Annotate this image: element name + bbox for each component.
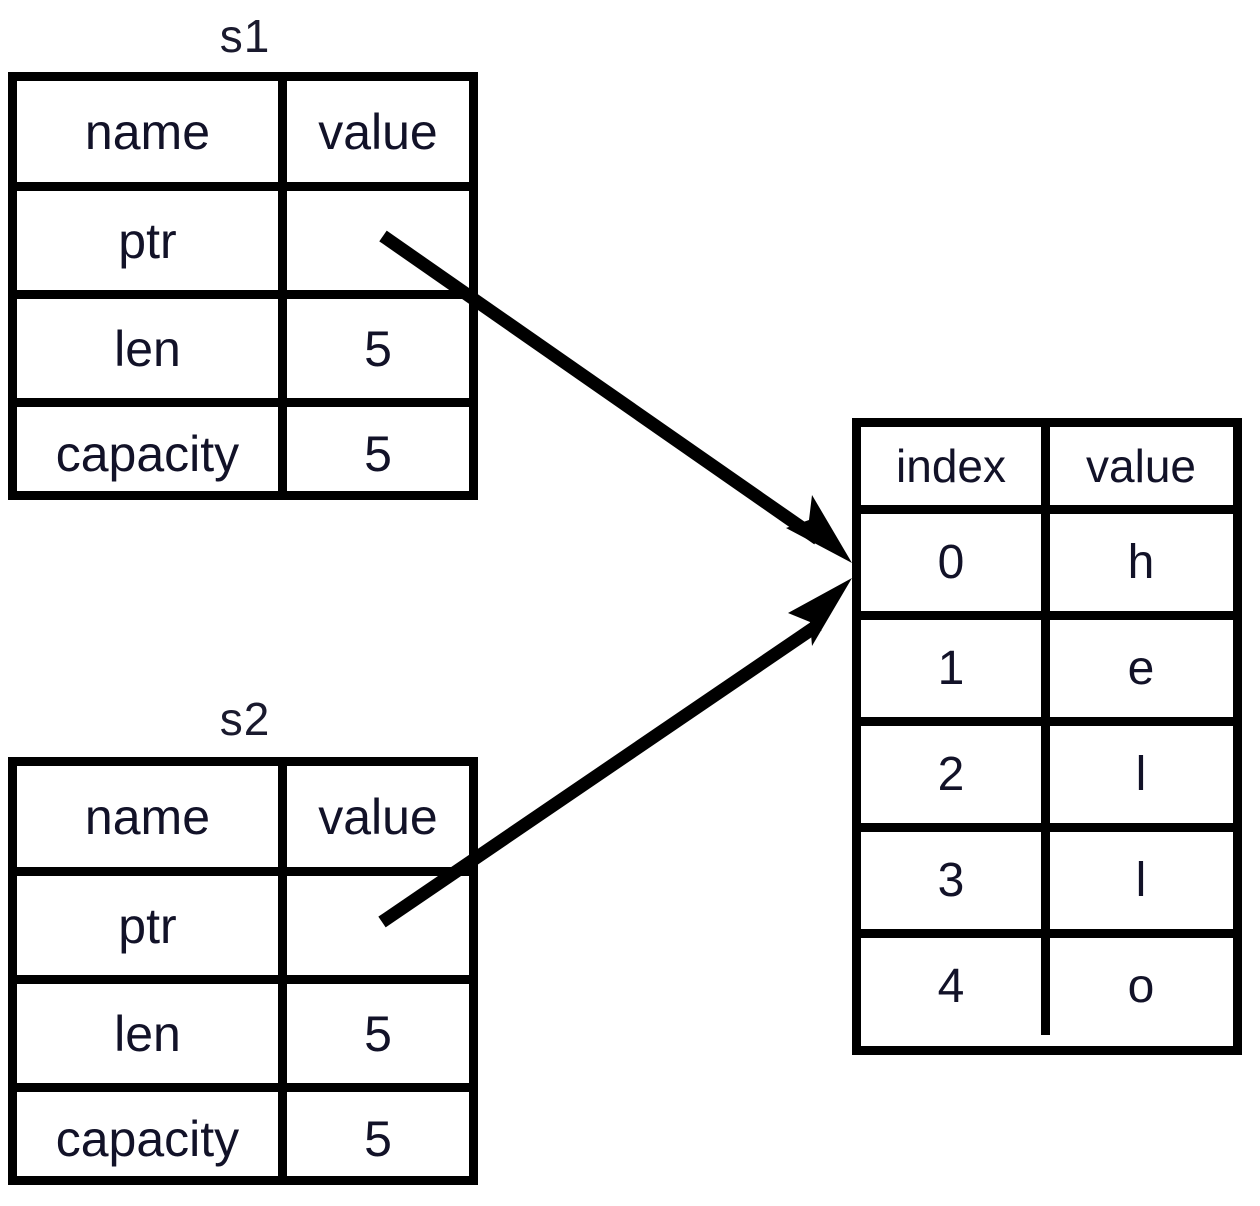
heap-index-2: 2 (861, 726, 1050, 823)
heap-index-0: 0 (861, 514, 1050, 611)
heap-index-3: 3 (861, 832, 1050, 929)
s1-field-value-len: 5 (364, 320, 392, 377)
s2-field-value-capacity: 5 (364, 1110, 392, 1167)
struct-title-s2: s2 (219, 693, 271, 745)
table-row: 3 l (861, 823, 1233, 929)
table-row: ptr (17, 867, 469, 975)
column-header-index: index (861, 427, 1050, 505)
table-row: 1 e (861, 611, 1233, 717)
column-header-value: value (318, 788, 438, 845)
heap-value-0: h (1127, 535, 1155, 589)
table-row: name value (17, 81, 469, 182)
column-header-value: value (1086, 440, 1196, 492)
heap-value-2: l (1135, 747, 1147, 801)
s2-field-value-ptr (287, 876, 469, 975)
struct-table-s1: name value ptr len 5 capacity 5 (8, 72, 478, 500)
struct-title-s1: s1 (219, 10, 271, 62)
s2-field-name-len: len (17, 984, 287, 1083)
diagram-canvas: s1 name value ptr len 5 capacity 5 s2 na… (0, 0, 1260, 1206)
struct-table-s2: name value ptr len 5 capacity 5 (8, 757, 478, 1185)
table-row: len 5 (17, 975, 469, 1083)
table-row: 0 h (861, 505, 1233, 611)
s2-field-name-capacity: capacity (17, 1092, 287, 1185)
s1-field-name-len: len (17, 299, 287, 398)
table-row: 2 l (861, 717, 1233, 823)
heap-value-1: e (1127, 641, 1155, 695)
heap-value-3: l (1135, 853, 1147, 907)
heap-index-1: 1 (861, 620, 1050, 717)
s1-field-name-ptr: ptr (17, 191, 287, 290)
table-row: index value (861, 427, 1233, 505)
table-row: ptr (17, 182, 469, 290)
table-row: capacity 5 (17, 1083, 469, 1185)
s2-field-name-ptr: ptr (17, 876, 287, 975)
s1-field-value-ptr (287, 191, 469, 290)
table-row: len 5 (17, 290, 469, 398)
s1-field-value-capacity: 5 (364, 425, 392, 482)
table-row: 4 o (861, 929, 1233, 1035)
table-row: name value (17, 766, 469, 867)
heap-index-4: 4 (861, 938, 1050, 1035)
column-header-name: name (17, 81, 287, 182)
s1-field-name-capacity: capacity (17, 407, 287, 500)
table-row: capacity 5 (17, 398, 469, 500)
column-header-name: name (17, 766, 287, 867)
heap-value-4: o (1127, 959, 1155, 1013)
s2-field-value-len: 5 (364, 1005, 392, 1062)
heap-buffer-table: index value 0 h 1 e 2 l 3 l 4 o (852, 418, 1242, 1055)
column-header-value: value (318, 103, 438, 160)
